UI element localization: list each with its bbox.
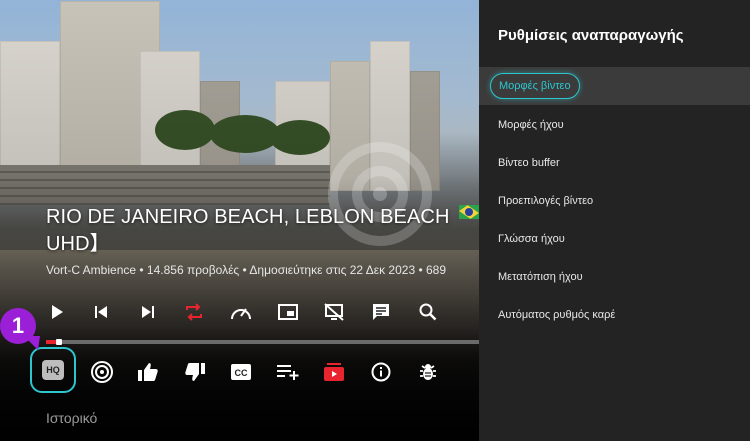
seek-bar[interactable] (46, 339, 479, 345)
chat-icon (373, 304, 389, 320)
play-icon (52, 305, 63, 319)
menu-item-label: Γλώσσα ήχου (498, 233, 565, 245)
playback-speed-button[interactable] (227, 298, 255, 326)
panel-title: Ρυθμίσεις αναπαραγωγής (498, 27, 684, 44)
menu-item-audio-language[interactable]: Γλώσσα ήχου (479, 220, 750, 258)
menu-item-video-presets[interactable]: Προεπιλογές βίντεο (479, 182, 750, 220)
captions-icon: CC (231, 364, 251, 380)
video-meta: Vort-C Ambience • 14.856 προβολές • Δημο… (46, 263, 447, 277)
video-title-line1: RIO DE JANEIRO BEACH, LEBLON BEACH (46, 206, 450, 228)
video-title-line2: UHD】 (46, 233, 110, 255)
skip-previous-icon (95, 306, 107, 318)
svg-text:CC: CC (235, 368, 248, 378)
skip-next-icon (142, 306, 154, 318)
dislike-button[interactable] (181, 358, 209, 386)
search-button[interactable] (414, 298, 442, 326)
menu-item-audio-shift[interactable]: Μετατόπιση ήχου (479, 258, 750, 296)
video-title: RIO DE JANEIRO BEACH, LEBLON BEACH UHD】 (46, 204, 471, 258)
repeat-icon (186, 303, 202, 321)
menu-item-label: Αυτόματος ρυθμός καρέ (498, 309, 616, 321)
repeat-button[interactable] (180, 298, 208, 326)
menu-item-auto-frame-rate[interactable]: Αυτόματος ρυθμός καρέ (479, 296, 750, 334)
menu-item-label: Προεπιλογές βίντεο (498, 195, 594, 207)
subscribe-button[interactable] (320, 358, 348, 386)
subscribe-icon (324, 363, 344, 381)
add-to-playlist-button[interactable] (274, 358, 302, 386)
hq-icon: HQ (42, 360, 64, 380)
history-label[interactable]: Ιστορικό (46, 410, 97, 426)
previous-button[interactable] (87, 298, 115, 326)
info-button[interactable] (367, 358, 395, 386)
like-button[interactable] (134, 358, 162, 386)
menu-item-label: Μορφές ήχου (498, 119, 564, 131)
speed-icon (231, 308, 251, 320)
thumbs-up-icon (138, 363, 158, 381)
debug-button[interactable] (414, 358, 442, 386)
video-quality-button[interactable]: HQ (30, 347, 76, 393)
info-icon (371, 362, 391, 382)
bug-icon (420, 364, 436, 380)
picture-in-picture-button[interactable] (274, 298, 302, 326)
menu-item-audio-formats[interactable]: Μορφές ήχου (479, 106, 750, 144)
menu-item-label: Μετατόπιση ήχου (498, 271, 583, 283)
captions-button[interactable]: CC (227, 358, 255, 386)
brazil-flag-icon (459, 205, 479, 219)
thumbs-down-icon (185, 363, 205, 381)
next-button[interactable] (134, 298, 162, 326)
playback-settings-panel: Ρυθμίσεις αναπαραγωγής Μορφές βίντεο Μορ… (479, 0, 750, 441)
picture-in-picture-icon (278, 304, 298, 320)
callout-pointer-1 (24, 336, 40, 350)
menu-item-label: Μορφές βίντεο (490, 73, 580, 99)
cast-off-icon (324, 303, 344, 321)
cast-button[interactable] (320, 298, 348, 326)
play-button[interactable] (43, 298, 71, 326)
seek-bar-handle[interactable] (55, 339, 62, 345)
ambient-mode-button[interactable] (88, 358, 116, 386)
menu-item-label: Βίντεο buffer (498, 157, 560, 169)
playlist-add-icon (277, 365, 299, 380)
menu-item-video-formats[interactable]: Μορφές βίντεο (479, 67, 750, 105)
chat-button[interactable] (367, 298, 395, 326)
menu-item-video-buffer[interactable]: Βίντεο buffer (479, 144, 750, 182)
search-icon (419, 303, 437, 321)
spiral-icon (91, 361, 113, 383)
